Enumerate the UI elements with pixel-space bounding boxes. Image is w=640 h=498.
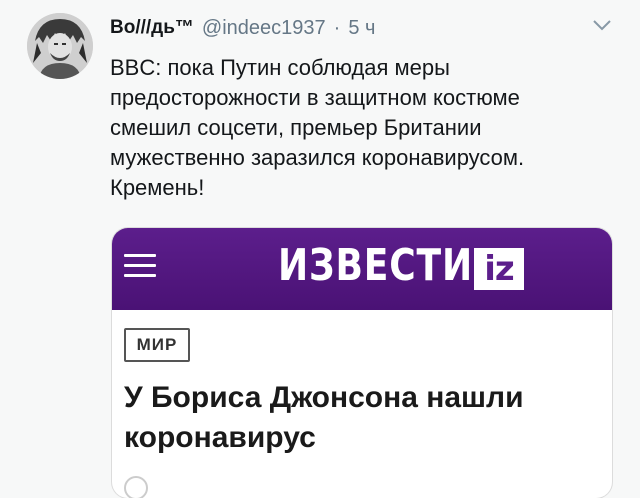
link-preview-card[interactable]: ИЗВЕСТИЯ iz МИР У Бориса Джонсона нашли … (112, 228, 612, 498)
user-handle[interactable]: @indeec1937 (202, 17, 326, 40)
avatar[interactable] (27, 13, 93, 79)
tweet: Во///дь™ @indeec1937 · 5 ч BBC: пока Пут… (0, 0, 640, 498)
tweet-text-line: Кремень! (110, 175, 205, 200)
headline-line: коронавирус (124, 421, 316, 454)
category-tag[interactable]: МИР (124, 328, 190, 362)
display-name[interactable]: Во///дь™ (110, 17, 194, 39)
brand-logo-badge: iz (474, 248, 524, 290)
hamburger-menu-icon[interactable] (124, 250, 160, 280)
article-headline[interactable]: У Бориса Джонсона нашли коронавирус (124, 378, 604, 458)
tweet-text-line: предосторожности в защитном костюме (110, 85, 520, 110)
card-header: ИЗВЕСТИЯ iz (112, 228, 612, 310)
author-avatar-icon (124, 476, 148, 498)
tweet-header: Во///дь™ @indeec1937 · 5 ч (110, 14, 375, 42)
separator-dot: · (333, 16, 341, 39)
avatar-portrait-icon (27, 13, 93, 79)
tweet-text: BBC: пока Путин соблюдая меры предосторо… (110, 53, 630, 203)
tweet-text-line: смешил соцсети, премьер Британии (110, 115, 482, 140)
brand-logo-text: ИЗВЕСТИЯ (278, 240, 502, 291)
tweet-text-line: BBC: пока Путин соблюдая меры (110, 55, 450, 80)
tweet-text-line: мужественно заразился коронавирусом. (110, 145, 525, 170)
timestamp[interactable]: 5 ч (348, 17, 375, 40)
headline-line: У Бориса Джонсона нашли (124, 381, 524, 414)
chevron-down-icon[interactable] (592, 18, 612, 32)
